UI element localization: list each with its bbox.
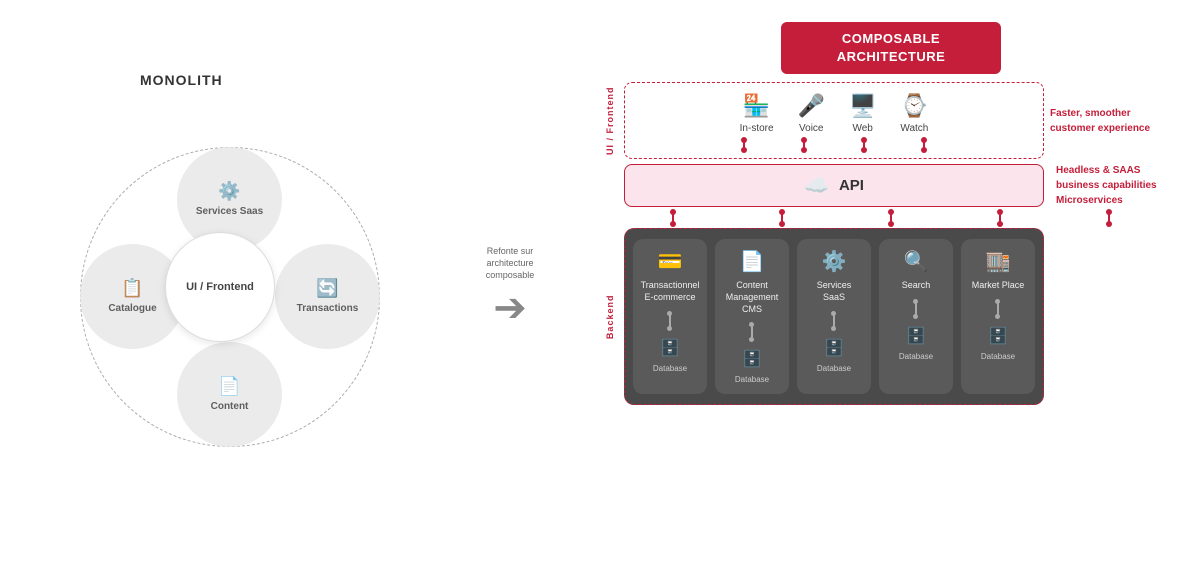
instore-icon: 🏪 — [743, 93, 770, 119]
marketplace-icon: 🏬 — [986, 249, 1011, 274]
voice-icon: 🎤 — [798, 93, 825, 119]
cms-label: ContentManagementCMS — [726, 280, 779, 315]
api-label: API — [839, 177, 864, 194]
marketplace-label: Market Place — [972, 280, 1025, 292]
db-label-4: Database — [899, 352, 933, 361]
center-circle: UI / Frontend — [165, 232, 275, 342]
channel-web: 🖥️ Web — [849, 93, 876, 134]
transactionnel-label: TransactionnelE-commerce — [641, 280, 700, 303]
channel-instore: 🏪 In-store — [740, 93, 774, 134]
composable-header: COMPOSABLE ARCHITECTURE — [781, 22, 1001, 74]
content-label: Content — [211, 401, 249, 413]
db-icon-3: 🗄️ — [824, 338, 844, 358]
transactions-icon: 🔄 — [316, 278, 338, 299]
monolith-section: MONOLITH ⚙️ Services Saas 🔄 Transactions… — [20, 12, 440, 562]
catalogue-icon: 📋 — [121, 278, 143, 299]
transactionnel-icon: 💳 — [658, 249, 683, 274]
channel-watch: ⌚ Watch — [900, 93, 928, 134]
ui-frontend-box: 🏪 In-store 🎤 Voice 🖥️ Web — [624, 82, 1044, 159]
faster-text-box: Faster, smoothercustomer experience — [1050, 82, 1180, 159]
db-icon-1: 🗄️ — [660, 338, 680, 358]
search-label: Search — [902, 280, 931, 292]
watch-icon: ⌚ — [901, 93, 928, 119]
composable-section: COMPOSABLE ARCHITECTURE UI / Frontend — [580, 12, 1180, 562]
arrow-section: Refonte sur architecture composable ➔ — [460, 246, 560, 327]
petal-transactions: 🔄 Transactions — [275, 244, 380, 349]
faster-text: Faster, smoothercustomer experience — [1050, 106, 1150, 136]
api-cloud-icon: ☁️ — [804, 173, 829, 198]
services-saas-label: ServicesSaaS — [817, 280, 852, 303]
watch-label: Watch — [900, 123, 928, 134]
petal-content: 📄 Content — [177, 342, 282, 447]
services-saas-icon: ⚙️ — [822, 249, 847, 274]
ui-connectors — [637, 140, 1031, 150]
backend-cards-container: 💳 TransactionnelE-commerce 🗄️ Database — [624, 228, 1044, 405]
db-label-3: Database — [817, 364, 851, 373]
backend-card-cms: 📄 ContentManagementCMS 🗄️ Database — [715, 239, 789, 394]
catalogue-label: Catalogue — [108, 303, 156, 315]
center-label: UI / Frontend — [186, 280, 254, 294]
db-label-5: Database — [981, 352, 1015, 361]
content-icon: 📄 — [218, 376, 240, 397]
services-icon: ⚙️ — [218, 181, 240, 202]
api-row: ☁️ API Headless & SAASbusiness capabilit… — [602, 163, 1180, 208]
backend-side-label: Backend — [602, 228, 618, 405]
channel-voice: 🎤 Voice — [798, 93, 825, 134]
monolith-diagram: ⚙️ Services Saas 🔄 Transactions 📄 Conten… — [70, 137, 390, 457]
arrow-label: Refonte sur architecture composable — [486, 246, 535, 281]
search-icon: 🔍 — [904, 249, 929, 274]
voice-label: Voice — [799, 123, 823, 134]
transactions-label: Transactions — [297, 303, 359, 315]
cms-icon: 📄 — [740, 249, 765, 274]
db-label-2: Database — [735, 375, 769, 384]
monolith-label: MONOLITH — [140, 72, 223, 88]
backend-card-transactionnel: 💳 TransactionnelE-commerce 🗄️ Database — [633, 239, 707, 394]
db-icon-4: 🗄️ — [906, 326, 926, 346]
db-icon-5: 🗄️ — [988, 326, 1008, 346]
web-label: Web — [852, 123, 872, 134]
backend-card-marketplace: 🏬 Market Place 🗄️ Database — [961, 239, 1035, 394]
api-backend-connectors — [602, 212, 1180, 224]
instore-label: In-store — [740, 123, 774, 134]
composable-title-line1: COMPOSABLE — [842, 31, 940, 46]
web-icon: 🖥️ — [849, 93, 876, 119]
headless-text-box: Headless & SAASbusiness capabilitiesMicr… — [1050, 163, 1180, 208]
db-icon-2: 🗄️ — [742, 349, 762, 369]
services-label: Services Saas — [196, 206, 263, 218]
arrow-symbol: ➔ — [493, 288, 527, 328]
backend-row: Backend 💳 TransactionnelE-commerce 🗄️ — [602, 228, 1180, 405]
composable-title-line2: ARCHITECTURE — [837, 49, 946, 64]
api-box: ☁️ API — [624, 164, 1044, 207]
backend-card-search: 🔍 Search 🗄️ Database — [879, 239, 953, 394]
db-label-1: Database — [653, 364, 687, 373]
headless-text: Headless & SAASbusiness capabilitiesMicr… — [1056, 163, 1157, 208]
backend-card-services-saas: ⚙️ ServicesSaaS 🗄️ Database — [797, 239, 871, 394]
ui-frontend-side-label: UI / Frontend — [602, 82, 618, 159]
channels-row: 🏪 In-store 🎤 Voice 🖥️ Web — [637, 93, 1031, 134]
